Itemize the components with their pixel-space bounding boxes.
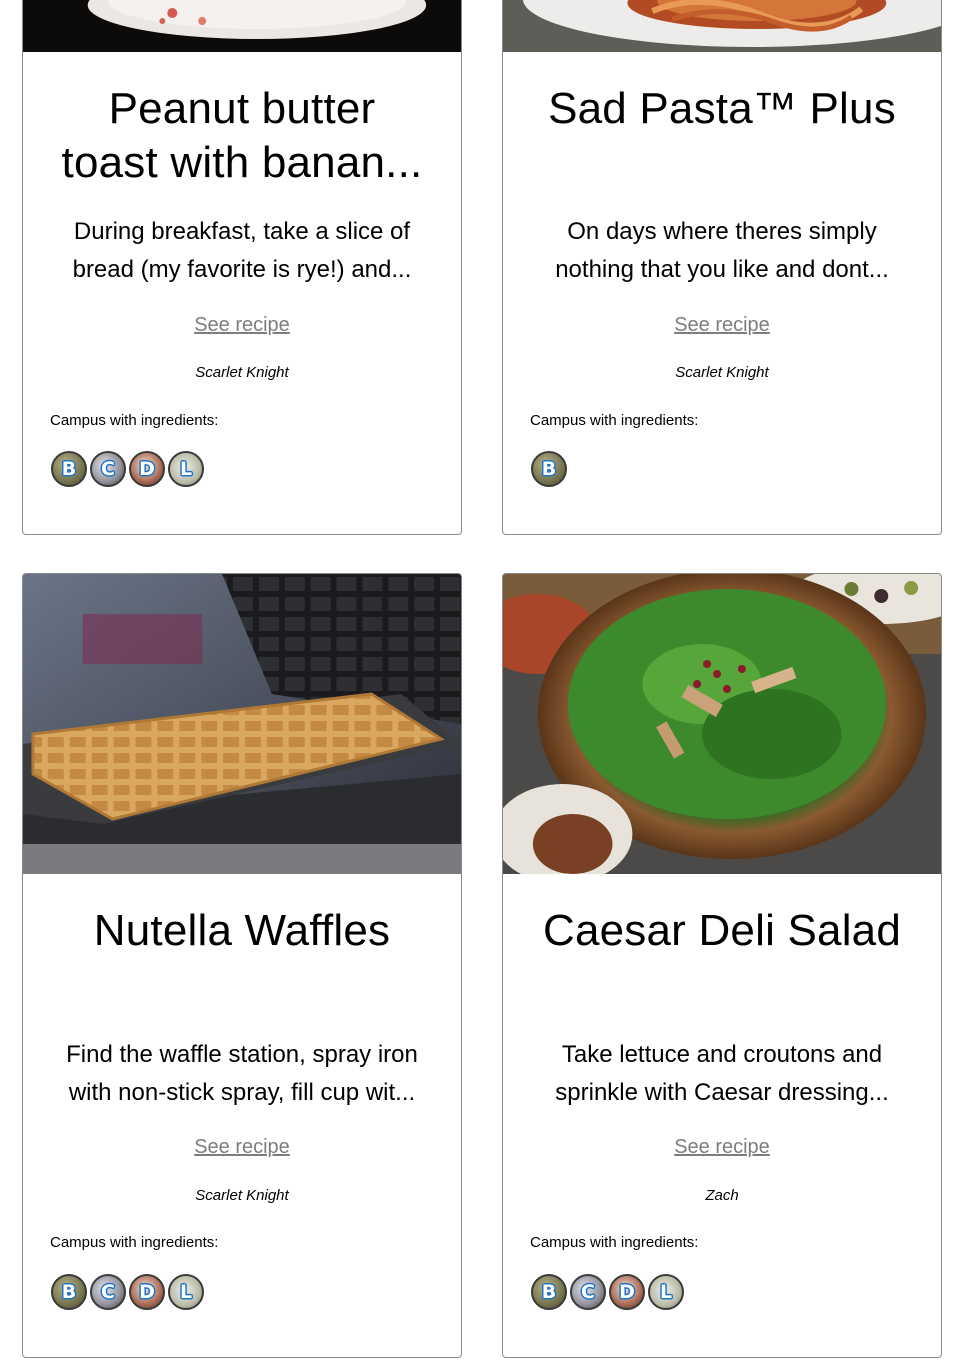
campus-label: Campus with ingredients: [50, 1234, 219, 1251]
recipe-card: Nutella Waffles Find the waffle station,… [22, 573, 462, 1358]
campus-label: Campus with ingredients: [50, 412, 219, 429]
see-recipe-link[interactable]: See recipe [503, 314, 941, 337]
recipe-image [503, 0, 941, 52]
see-recipe-link[interactable]: See recipe [23, 314, 461, 337]
campus-b-icon: B [531, 1274, 567, 1310]
campus-c-icon: C [90, 451, 126, 487]
pasta-photo [503, 0, 941, 52]
recipe-description: During breakfast, take a slice of bread … [72, 218, 412, 283]
campus-b-icon: B [51, 1274, 87, 1310]
recipe-description: Find the waffle station, spray iron with… [66, 1041, 418, 1106]
recipe-author: Scarlet Knight [195, 364, 289, 381]
campus-label: Campus with ingredients: [530, 412, 699, 429]
recipe-title: Sad Pasta™ Plus [548, 84, 896, 133]
campus-badges: B C D L [531, 1274, 684, 1310]
campus-badges: B C D L [51, 1274, 204, 1310]
campus-b-icon: B [51, 451, 87, 487]
campus-l-icon: L [168, 1274, 204, 1310]
see-recipe-link[interactable]: See recipe [23, 1136, 461, 1159]
recipe-image [23, 574, 461, 874]
recipe-image [503, 574, 941, 874]
see-recipe-link[interactable]: See recipe [503, 1136, 941, 1159]
recipe-card: Caesar Deli Salad Take lettuce and crout… [502, 573, 942, 1358]
campus-d-icon: D [129, 1274, 165, 1310]
recipe-title: Caesar Deli Salad [542, 906, 902, 955]
recipe-author: Scarlet Knight [675, 364, 769, 381]
recipe-title: Nutella Waffles [93, 906, 391, 955]
recipe-image [23, 0, 461, 52]
campus-b-icon: B [531, 451, 567, 487]
campus-badges: B [531, 451, 567, 487]
recipe-description: On days where theres simply nothing that… [555, 218, 889, 283]
salad-photo [503, 574, 941, 874]
campus-badges: B C D L [51, 451, 204, 487]
recipe-author: Scarlet Knight [195, 1187, 289, 1204]
campus-l-icon: L [168, 451, 204, 487]
recipe-title: Peanut butter toast with banan... [61, 84, 423, 187]
recipe-description: Take lettuce and croutons and sprinkle w… [555, 1041, 889, 1106]
waffle-photo [23, 574, 461, 874]
campus-l-icon: L [648, 1274, 684, 1310]
recipe-author: Zach [705, 1187, 739, 1204]
campus-d-icon: D [129, 451, 165, 487]
recipe-card: Peanut butter toast with banan... During… [22, 0, 462, 535]
campus-d-icon: D [609, 1274, 645, 1310]
campus-c-icon: C [570, 1274, 606, 1310]
campus-label: Campus with ingredients: [530, 1234, 699, 1251]
campus-c-icon: C [90, 1274, 126, 1310]
recipe-card: Sad Pasta™ Plus On days where theres sim… [502, 0, 942, 535]
toast-photo [23, 0, 461, 52]
